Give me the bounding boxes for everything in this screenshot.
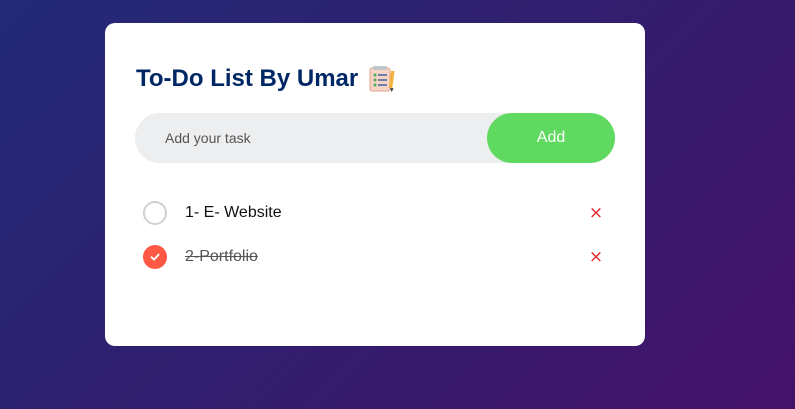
task-text: 1- E- Website (185, 204, 282, 221)
page-title: To-Do List By Umar (136, 65, 359, 92)
task-list: 1- E- Website × 2-Portfolio × (143, 191, 605, 279)
task-item[interactable]: 2-Portfolio × (143, 235, 605, 279)
task-input[interactable] (135, 112, 487, 164)
task-item[interactable]: 1- E- Website × (143, 191, 605, 235)
checkbox-icon[interactable] (143, 201, 167, 225)
add-button[interactable]: Add (487, 113, 615, 163)
delete-icon[interactable]: × (587, 247, 605, 267)
task-text: 2-Portfolio (185, 248, 258, 265)
notepad-list-icon (368, 65, 396, 93)
header: To-Do List By Umar (136, 61, 396, 97)
delete-icon[interactable]: × (587, 203, 605, 223)
checked-checkbox-icon[interactable] (143, 245, 167, 269)
todo-card: To-Do List By Umar Add 1- E- Website × (105, 23, 645, 346)
add-task-row: Add (135, 112, 615, 164)
